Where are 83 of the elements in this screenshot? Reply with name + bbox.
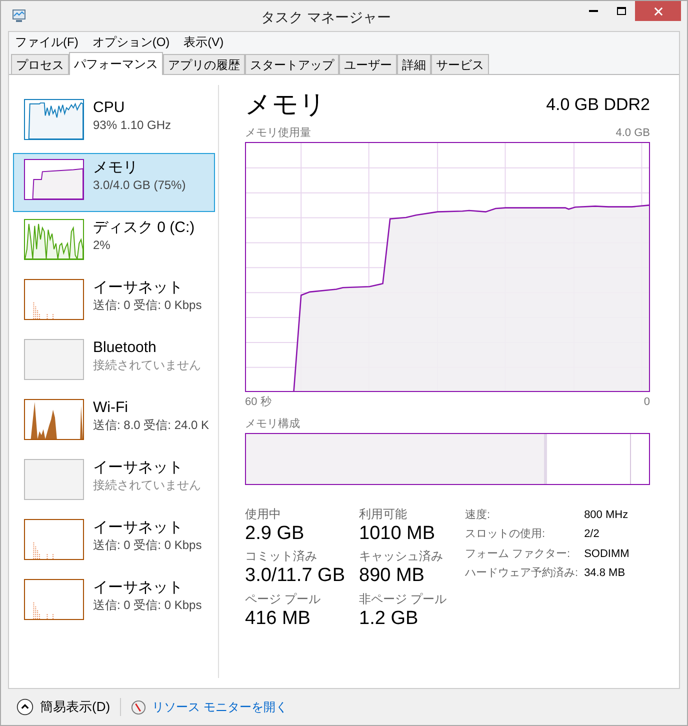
- detail-value: 34.8 MB: [584, 566, 626, 581]
- sidebar-item[interactable]: CPU 93% 1.10 GHz: [13, 93, 215, 152]
- sidebar-item[interactable]: メモリ 3.0/4.0 GB (75%): [13, 153, 215, 212]
- tab[interactable]: ユーザー: [339, 54, 397, 74]
- stat-label: キャッシュ済み: [359, 549, 444, 564]
- item-detail: 接続されていません: [93, 358, 201, 373]
- item-detail: 送信: 0 受信: 0 Kbps: [93, 538, 202, 553]
- close-button[interactable]: [635, 1, 681, 21]
- stat-value: 1010 MB: [359, 522, 436, 546]
- minimize-icon: [588, 10, 598, 12]
- panel-title: メモリ: [245, 91, 326, 117]
- item-name: イーサネット: [93, 279, 184, 298]
- sidebar-item[interactable]: イーサネット 送信: 0 受信: 0 Kbps: [13, 513, 215, 572]
- chart-label: メモリ構成: [245, 417, 301, 432]
- item-name: ディスク 0 (C:): [93, 219, 195, 238]
- item-name: イーサネット: [93, 579, 184, 598]
- stat-value: 3.0/11.7 GB: [245, 564, 345, 588]
- detail-label: 速度:: [465, 508, 492, 522]
- item-detail: 送信: 8.0 受信: 24.0 K: [93, 418, 210, 433]
- graph-thumbnail: [24, 459, 84, 500]
- item-name: Wi-Fi: [93, 399, 129, 418]
- sidebar-item[interactable]: Bluetooth 接続されていません: [13, 333, 215, 392]
- tab[interactable]: プロセス: [11, 54, 69, 74]
- stat-value: 416 MB: [245, 607, 312, 631]
- memory-spec: 4.0 GB DDR2: [546, 94, 650, 116]
- tab[interactable]: 詳細: [397, 54, 431, 74]
- tab[interactable]: パフォーマンス: [69, 52, 163, 75]
- graph-thumbnail: [24, 159, 84, 200]
- item-name: イーサネット: [93, 519, 184, 538]
- gauge-icon: [131, 700, 146, 714]
- stat-value: 1.2 GB: [359, 607, 420, 631]
- detail-value: SODIMM: [584, 546, 630, 562]
- chart-label: メモリ使用量: [245, 126, 311, 141]
- item-name: Bluetooth: [93, 339, 158, 358]
- stat-label: ページ プール: [245, 592, 322, 607]
- sidebar-item[interactable]: イーサネット 送信: 0 受信: 0 Kbps: [13, 273, 215, 332]
- graph-thumbnail: [24, 219, 84, 260]
- stat-value: 890 MB: [359, 564, 426, 588]
- menu-item[interactable]: ファイル(F): [15, 33, 78, 51]
- stat-label: 使用中: [245, 506, 282, 522]
- detail-label: ハードウェア予約済み:: [465, 566, 578, 581]
- sidebar-item[interactable]: Wi-Fi 送信: 8.0 受信: 24.0 K: [13, 393, 215, 452]
- chevron-up-icon[interactable]: [16, 698, 34, 716]
- app-icon: [11, 8, 27, 24]
- detail-label: フォーム ファクター:: [465, 546, 572, 562]
- graph-thumbnail: [24, 579, 84, 620]
- window-title: タスク マネージャー: [261, 8, 391, 27]
- detail-value: 800 MHz: [584, 508, 630, 522]
- sidebar-item[interactable]: ディスク 0 (C:) 2%: [13, 213, 215, 272]
- tab[interactable]: アプリの履歴: [163, 54, 245, 74]
- chart-max: 4.0 GB: [616, 126, 650, 141]
- item-detail: 接続されていません: [93, 478, 201, 493]
- tab[interactable]: サービス: [431, 54, 489, 74]
- stat-label: 非ページ プール: [359, 592, 446, 607]
- graph-thumbnail: [24, 399, 84, 440]
- sidebar-item[interactable]: イーサネット 接続されていません: [13, 453, 215, 512]
- graph-thumbnail: [24, 339, 84, 380]
- close-icon: [654, 6, 662, 16]
- item-detail: 2%: [93, 238, 112, 253]
- graph-thumbnail: [24, 279, 84, 320]
- menu-item[interactable]: 表示(V): [184, 33, 224, 51]
- stat-label: 利用可能: [359, 506, 408, 522]
- stat-value: 2.9 GB: [245, 522, 306, 546]
- stat-label: コミット済み: [245, 549, 318, 564]
- tab[interactable]: スタートアップ: [245, 54, 339, 74]
- detail-value: 2/2: [584, 527, 600, 542]
- detail-label: スロットの使用:: [465, 527, 546, 542]
- fewer-details-button[interactable]: 簡易表示(D): [40, 697, 110, 717]
- axis-end-label: 0: [644, 394, 650, 410]
- menu-item[interactable]: オプション(O): [92, 33, 170, 51]
- item-name: メモリ: [93, 159, 139, 178]
- item-detail: 送信: 0 受信: 0 Kbps: [93, 298, 202, 313]
- axis-start-label: 60 秒: [245, 394, 272, 410]
- graph-thumbnail: [24, 99, 84, 140]
- sidebar-item[interactable]: イーサネット 送信: 0 受信: 0 Kbps: [13, 573, 215, 632]
- item-detail: 3.0/4.0 GB (75%): [93, 178, 186, 193]
- resource-monitor-link[interactable]: リソース モニターを開く: [152, 698, 288, 716]
- item-name: CPU: [93, 99, 126, 118]
- maximize-icon: [616, 7, 626, 15]
- item-detail: 93% 1.10 GHz: [93, 118, 172, 133]
- graph-thumbnail: [24, 519, 84, 560]
- item-name: イーサネット: [93, 459, 184, 478]
- item-detail: 送信: 0 受信: 0 Kbps: [93, 598, 202, 613]
